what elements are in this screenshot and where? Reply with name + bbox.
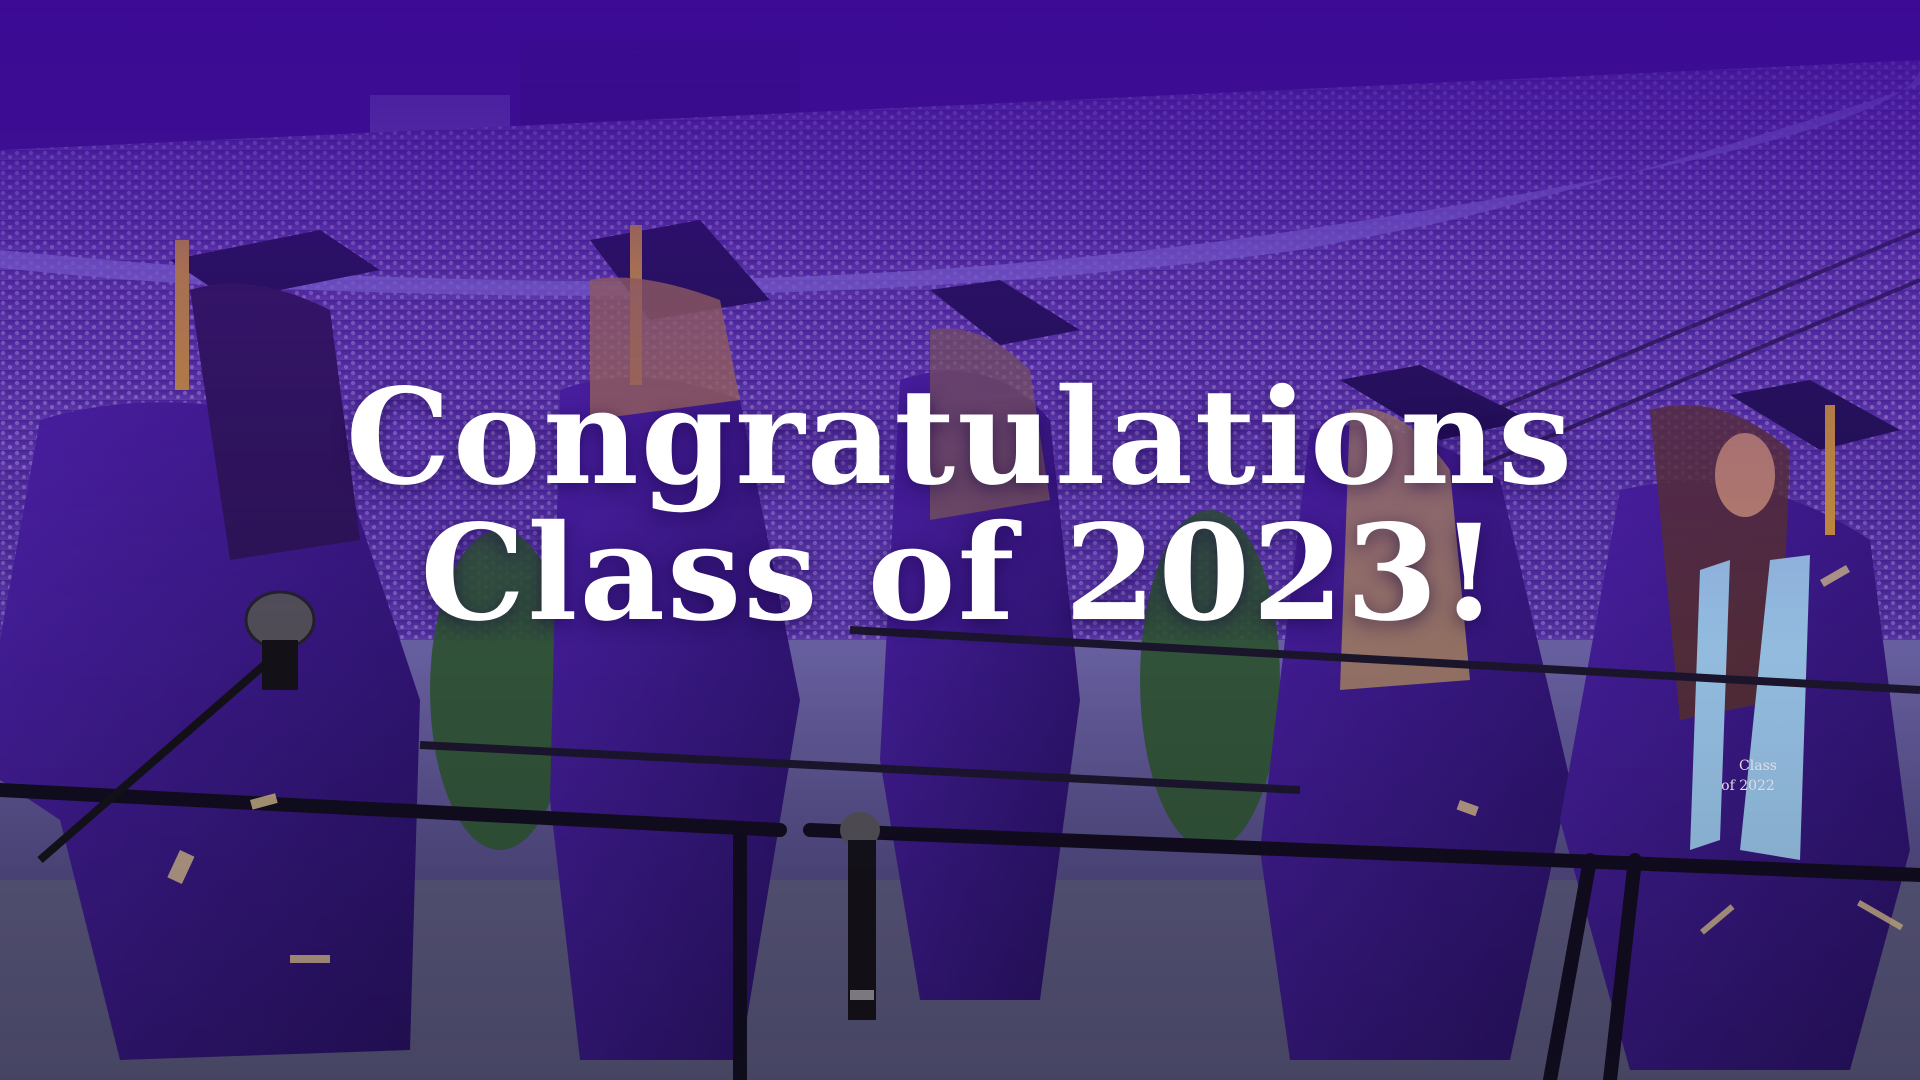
headline-line-2: Class of 2023! bbox=[420, 496, 1500, 651]
headline: Congratulations Class of 2023! bbox=[0, 370, 1920, 642]
stole-text-line2: of 2022 bbox=[1721, 778, 1775, 794]
stole-text-line1: Class bbox=[1739, 758, 1777, 774]
headline-line-1: Congratulations bbox=[345, 360, 1575, 515]
commencement-photo: Class of 2022 Congratulations Class of 2… bbox=[0, 0, 1920, 1080]
